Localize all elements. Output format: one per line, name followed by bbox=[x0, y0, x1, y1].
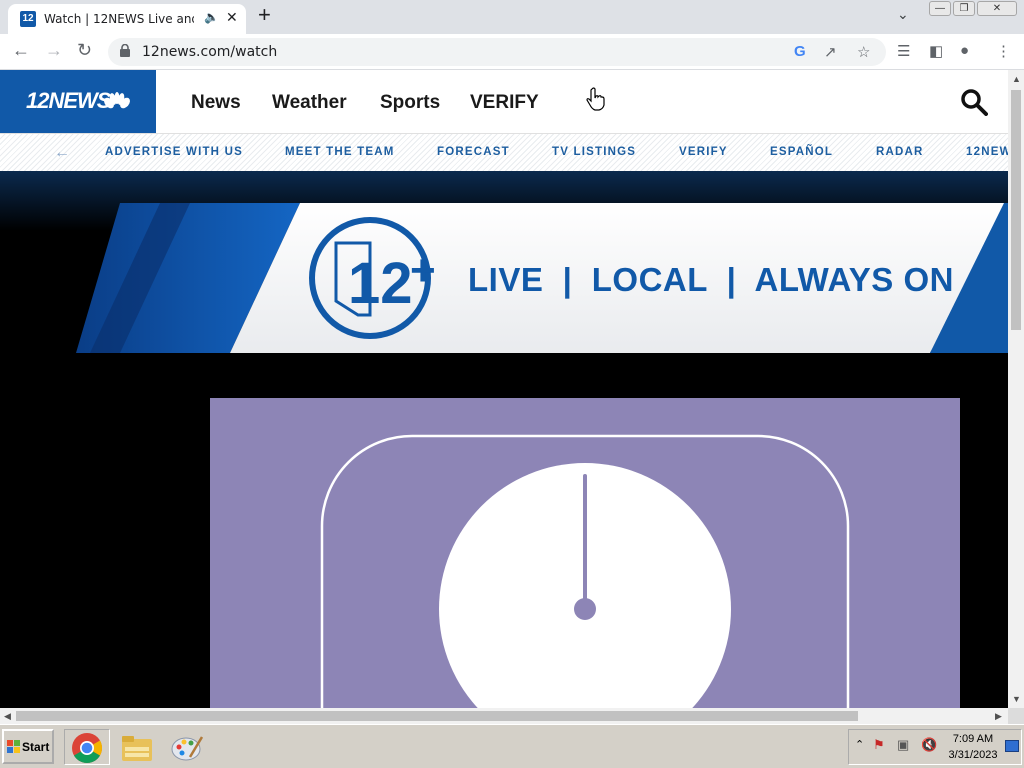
show-hidden-icons-chevron-icon[interactable]: ⌃ bbox=[855, 738, 864, 751]
subnav-meet-the-team[interactable]: MEET THE TEAM bbox=[285, 146, 395, 158]
scroll-left-arrow-icon[interactable]: ◀ bbox=[4, 711, 11, 722]
tab-title: Watch | 12NEWS Live and On-Demand bbox=[44, 12, 194, 26]
subnav-espanol[interactable]: ESPAÑOL bbox=[770, 146, 833, 158]
subnav-forecast[interactable]: FORECAST bbox=[437, 146, 510, 158]
profile-avatar-icon[interactable]: ● bbox=[960, 42, 969, 59]
show-desktop-icon[interactable] bbox=[1005, 740, 1019, 752]
forward-arrow-icon[interactable]: → bbox=[45, 40, 63, 61]
scroll-right-arrow-icon[interactable]: ▶ bbox=[995, 711, 1002, 722]
volume-muted-icon[interactable]: 🔇 bbox=[921, 737, 937, 753]
folder-icon bbox=[122, 736, 152, 761]
menu-dots-icon[interactable]: ⋮ bbox=[996, 42, 1011, 60]
windows-logo-icon bbox=[7, 740, 20, 753]
search-icon[interactable] bbox=[960, 88, 988, 116]
site-header: 12NEWS News Weather Sports VERIFY bbox=[0, 70, 1008, 133]
scroll-up-arrow-icon[interactable]: ▲ bbox=[1012, 74, 1021, 84]
minimize-window-button[interactable]: — bbox=[929, 1, 951, 16]
svg-text:+: + bbox=[410, 246, 436, 295]
web-page: 12NEWS News Weather Sports VERIFY ← ADVE… bbox=[0, 70, 1008, 708]
hand-cursor-icon bbox=[586, 87, 605, 111]
svg-text:12: 12 bbox=[348, 251, 413, 316]
new-tab-button[interactable]: + bbox=[258, 2, 271, 28]
video-player[interactable] bbox=[210, 398, 960, 708]
start-button[interactable]: Start bbox=[2, 729, 54, 764]
network-icon[interactable]: ▣ bbox=[897, 737, 913, 753]
close-window-button[interactable]: ✕ bbox=[977, 1, 1017, 16]
chrome-icon bbox=[72, 733, 103, 764]
start-label: Start bbox=[22, 740, 50, 754]
lock-icon bbox=[120, 44, 130, 57]
vertical-scroll-thumb[interactable] bbox=[1011, 90, 1021, 330]
hero-section: 12 + LIVE | LOCAL | ALWAYS ON bbox=[0, 171, 1008, 708]
logo-text: 12NEWS bbox=[26, 88, 111, 113]
scrollbar-corner bbox=[1008, 708, 1024, 724]
back-arrow-icon[interactable]: ← bbox=[12, 40, 30, 61]
reload-icon[interactable]: ↻ bbox=[77, 40, 92, 61]
horizontal-scrollbar[interactable]: ◀ ▶ bbox=[0, 708, 1008, 724]
browser-toolbar: ← → ↻ 12news.com/watch G ↗ ☆ ☰ ◧ ● ⋮ bbox=[0, 34, 1024, 70]
taskbar-explorer-button[interactable] bbox=[114, 729, 160, 765]
media-queue-icon[interactable]: ☰ bbox=[897, 42, 910, 60]
subnav-radar[interactable]: RADAR bbox=[876, 146, 924, 158]
subnav-verify[interactable]: VERIFY bbox=[679, 146, 728, 158]
nav-weather[interactable]: Weather bbox=[272, 92, 347, 114]
tab-favicon-icon: 12 bbox=[20, 11, 36, 27]
subnav-12news[interactable]: 12NEWS bbox=[966, 146, 1008, 158]
subnav-tv-listings[interactable]: TV LISTINGS bbox=[552, 146, 636, 158]
close-tab-icon[interactable]: ✕ bbox=[226, 9, 238, 26]
secondary-nav: ← ADVERTISE WITH US MEET THE TEAM FORECA… bbox=[0, 133, 1008, 171]
clock-time[interactable]: 7:09 AM bbox=[949, 733, 997, 745]
site-logo[interactable]: 12NEWS bbox=[0, 70, 156, 133]
address-bar[interactable]: 12news.com/watch G ↗ ☆ bbox=[108, 38, 886, 66]
taskbar-chrome-button[interactable] bbox=[64, 729, 110, 765]
nav-sports[interactable]: Sports bbox=[380, 92, 440, 114]
scroll-left-arrow-icon[interactable]: ← bbox=[54, 144, 70, 162]
action-center-flag-icon[interactable]: ⚑ bbox=[873, 737, 887, 753]
taskbar-paint-button[interactable] bbox=[164, 729, 210, 765]
tab-strip: 12 Watch | 12NEWS Live and On-Demand 🔈 ✕… bbox=[0, 0, 1024, 34]
nav-news[interactable]: News bbox=[191, 92, 241, 114]
tab-search-chevron-icon[interactable]: ⌄ bbox=[897, 6, 909, 23]
google-lens-icon[interactable]: G bbox=[794, 43, 806, 60]
speaker-icon[interactable]: 🔈 bbox=[204, 10, 219, 24]
horizontal-scroll-thumb[interactable] bbox=[16, 711, 858, 721]
bookmark-star-icon[interactable]: ☆ bbox=[857, 43, 870, 61]
side-panel-icon[interactable]: ◧ bbox=[929, 42, 943, 60]
vertical-scrollbar[interactable]: ▲ ▼ bbox=[1008, 70, 1024, 708]
stopwatch-icon bbox=[320, 434, 850, 708]
nav-verify[interactable]: VERIFY bbox=[470, 92, 539, 114]
url-text: 12news.com/watch bbox=[142, 44, 278, 60]
nbc-peacock-icon bbox=[104, 92, 130, 109]
subnav-advertise[interactable]: ADVERTISE WITH US bbox=[105, 146, 243, 158]
system-tray: ⌃ ⚑ ▣ 🔇 7:09 AM 3/31/2023 bbox=[848, 729, 1022, 765]
scroll-down-arrow-icon[interactable]: ▼ bbox=[1012, 694, 1021, 704]
12-plus-logo-icon: 12 + bbox=[309, 217, 436, 339]
banner-tagline: LIVE | LOCAL | ALWAYS ON bbox=[468, 261, 954, 298]
share-icon[interactable]: ↗ bbox=[824, 43, 837, 61]
taskbar: Start ⌃ ⚑ ▣ 🔇 7:09 AM 3/31/2023 bbox=[0, 724, 1024, 768]
restore-window-button[interactable]: ❐ bbox=[953, 1, 975, 16]
clock-date[interactable]: 3/31/2023 bbox=[945, 749, 1001, 761]
browser-tab[interactable]: 12 Watch | 12NEWS Live and On-Demand 🔈 ✕ bbox=[8, 4, 246, 34]
paint-palette-icon bbox=[171, 736, 204, 761]
